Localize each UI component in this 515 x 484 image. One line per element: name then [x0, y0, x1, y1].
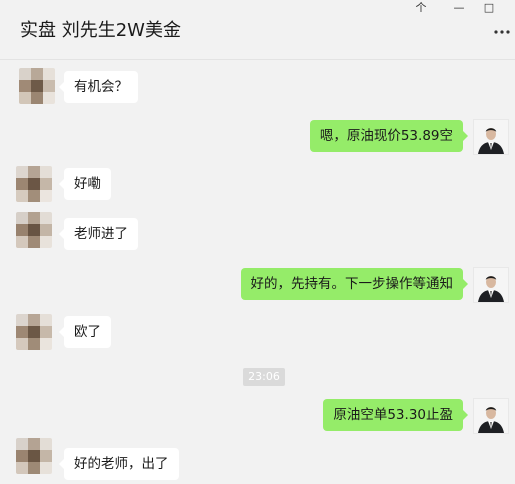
contact-avatar[interactable]: [16, 212, 52, 248]
message-bubble[interactable]: 好的老师，出了: [59, 448, 179, 480]
chat-title: 实盘 刘先生2W美金: [20, 20, 181, 41]
message-bubble[interactable]: 欧了: [59, 316, 111, 348]
my-avatar[interactable]: [473, 119, 509, 155]
contact-avatar[interactable]: [16, 314, 52, 350]
message-list[interactable]: 有机会？ 嗯，原油现价53.89空 好嘞 老师进了 好的，先持有。下一步操作等通…: [0, 60, 515, 484]
message-bubble[interactable]: 有机会？: [59, 71, 138, 103]
pin-button[interactable]: 个: [406, 0, 436, 16]
contact-avatar[interactable]: [16, 166, 52, 202]
person-in-suit-icon: [474, 399, 508, 433]
message-bubble[interactable]: 老师进了: [59, 218, 138, 250]
person-in-suit-icon: [474, 120, 508, 154]
chat-header: 实盘 刘先生2W美金 个 — □: [0, 0, 515, 60]
maximize-button[interactable]: □: [474, 0, 504, 16]
person-in-suit-icon: [474, 268, 508, 302]
my-avatar[interactable]: [473, 267, 509, 303]
message-bubble[interactable]: 好的，先持有。下一步操作等通知: [240, 268, 468, 300]
my-avatar[interactable]: [473, 398, 509, 434]
contact-avatar[interactable]: [16, 438, 52, 474]
contact-avatar[interactable]: [19, 68, 55, 104]
time-separator: 23:06: [243, 368, 285, 386]
message-bubble[interactable]: 好嘞: [59, 168, 111, 200]
minimize-button[interactable]: —: [444, 0, 474, 16]
message-bubble[interactable]: 嗯，原油现价53.89空: [309, 120, 469, 152]
message-bubble[interactable]: 原油空单53.30止盈: [323, 399, 468, 431]
more-options-icon[interactable]: [493, 23, 511, 41]
